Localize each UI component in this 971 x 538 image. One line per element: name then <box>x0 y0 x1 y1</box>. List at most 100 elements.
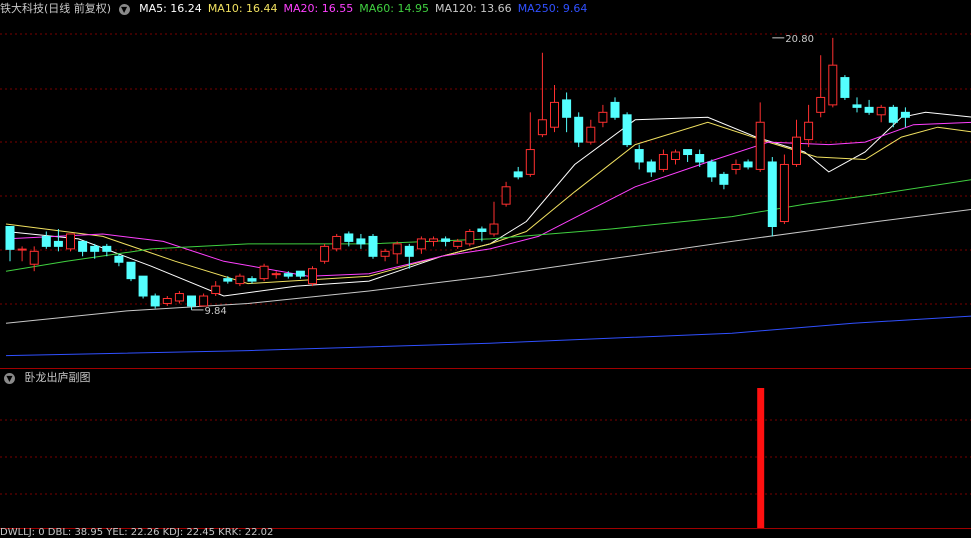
price-marker-label: 20.80 <box>785 34 814 45</box>
candle <box>295 270 305 279</box>
candle-body <box>295 270 305 277</box>
candle-body <box>513 171 523 178</box>
candle <box>755 102 765 172</box>
candle-body <box>102 245 112 252</box>
candle <box>150 293 160 309</box>
candle-body <box>804 121 814 141</box>
candle-body <box>695 154 705 163</box>
signal-bar <box>757 388 765 528</box>
candle-body <box>308 268 317 285</box>
candle <box>598 104 608 128</box>
candle <box>731 159 741 175</box>
candle <box>53 228 63 252</box>
candle <box>683 149 693 162</box>
candle <box>707 159 717 182</box>
candle-body <box>114 255 124 263</box>
candle-body <box>66 233 75 250</box>
candle-body <box>465 230 475 245</box>
candle <box>888 104 898 128</box>
candle-body <box>368 235 378 257</box>
candle <box>574 112 584 148</box>
candle <box>840 75 850 100</box>
candle <box>66 233 75 252</box>
candle-body <box>235 275 245 285</box>
sub-panel-title: 卧龙出庐副图 <box>24 371 91 384</box>
candle <box>78 240 88 257</box>
candle <box>658 149 668 172</box>
candle <box>634 144 644 170</box>
candle <box>392 241 402 264</box>
candle-body <box>634 149 644 163</box>
candle <box>501 181 511 207</box>
candle-body <box>598 111 608 123</box>
candle <box>17 246 27 262</box>
candle-body <box>78 240 88 252</box>
candle <box>211 281 221 297</box>
candle-body <box>53 240 63 247</box>
candle-body <box>41 235 51 247</box>
candle <box>271 271 281 279</box>
candle-body <box>429 238 438 242</box>
candle <box>41 231 51 249</box>
candle <box>828 37 838 108</box>
candle-body <box>719 173 729 185</box>
candle-body <box>562 99 572 118</box>
candle <box>537 52 547 138</box>
candle-body <box>404 245 414 257</box>
ma-label-ma120: MA120: 13.66 <box>434 2 512 15</box>
candle <box>876 104 886 123</box>
price-marker-label: 9.84 <box>205 306 227 317</box>
candle <box>586 119 596 145</box>
candle-body <box>416 238 426 250</box>
candle <box>320 243 330 264</box>
sub-panel-values: DWLLJ: 0 DBL: 38.95 YEL: 22.26 KDJ: 22.4… <box>0 528 274 538</box>
ma-line-ma60 <box>5 179 971 272</box>
candle-body <box>646 161 656 173</box>
candle-body <box>271 273 281 276</box>
candle <box>126 261 136 282</box>
main-price-chart[interactable]: 20.80 9.84 <box>0 18 971 368</box>
ma-legend: MA5: 16.24 MA10: 16.44 MA20: 16.55 MA60: 14… <box>139 2 593 15</box>
panel-divider <box>0 368 971 369</box>
candle-body <box>90 245 100 252</box>
candle <box>308 266 317 287</box>
candle-body <box>586 126 596 143</box>
candle-body <box>658 154 668 170</box>
candle-body <box>477 228 487 232</box>
candle-body <box>610 101 620 118</box>
candle <box>441 236 451 247</box>
candle <box>368 233 378 259</box>
sub-indicator-chart[interactable] <box>0 386 971 528</box>
candle <box>852 97 862 113</box>
candle-body <box>683 149 693 156</box>
candle <box>465 228 475 247</box>
candle <box>864 99 874 115</box>
candle-body <box>852 104 862 108</box>
candle-body <box>392 243 402 255</box>
candle-body <box>622 114 632 146</box>
candle-body <box>792 136 801 165</box>
candle-body <box>211 285 221 295</box>
candle-body <box>320 245 330 262</box>
candle-body <box>767 161 777 228</box>
candle <box>380 248 390 262</box>
candle-body <box>247 278 257 282</box>
candle <box>223 276 233 284</box>
candle-body <box>888 106 898 123</box>
dropdown-icon[interactable]: ▼ <box>118 3 130 15</box>
candle-body <box>453 240 463 247</box>
candle <box>187 295 196 310</box>
candle-body <box>501 186 511 205</box>
candle-body <box>356 238 366 245</box>
candle-body <box>17 248 27 251</box>
candle <box>804 104 814 148</box>
candle-body <box>876 106 886 116</box>
ma-line-ma5 <box>5 111 971 297</box>
candle-body <box>743 161 753 168</box>
ma-line-ma10 <box>5 121 971 285</box>
candle-body <box>162 297 172 304</box>
candle <box>525 112 535 177</box>
ma-label-ma250: MA250: 9.64 <box>517 2 588 15</box>
candle-body <box>731 163 741 170</box>
dropdown-icon[interactable]: ▼ <box>4 372 15 384</box>
